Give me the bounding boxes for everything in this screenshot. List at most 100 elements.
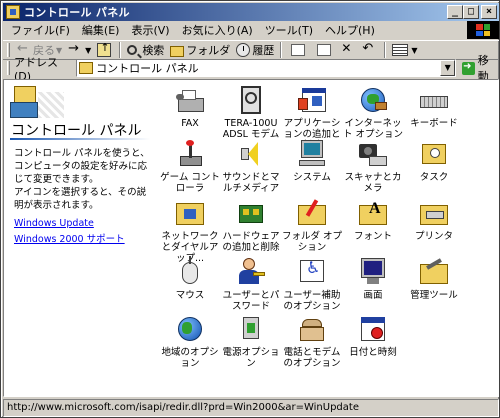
control-panel-items: FAX TERA-100U ADSL モデム アプリケーションの追加と削除 xyxy=(4,80,498,396)
menu-view[interactable]: 表示(V) xyxy=(125,22,175,38)
accessibility-icon: ♿ xyxy=(296,256,328,288)
item-label: プリンタ xyxy=(414,231,453,242)
move-to-icon xyxy=(291,44,306,56)
control-panel-folder-icon xyxy=(79,62,94,74)
menu-tools[interactable]: ツール(T) xyxy=(259,22,319,38)
up-folder-icon xyxy=(97,41,112,57)
scanner-camera-icon xyxy=(357,138,389,170)
cp-item-users-passwords[interactable]: ユーザーとパスワード xyxy=(220,256,282,312)
item-label: FAX xyxy=(181,118,199,129)
cp-item-game-controllers[interactable]: ゲーム コントローラ xyxy=(159,138,221,194)
item-label: マウス xyxy=(175,290,205,301)
cp-item-fax[interactable]: FAX xyxy=(159,84,221,129)
folders-label: フォルダ xyxy=(186,44,231,57)
title-bar[interactable]: コントロール パネル _ □ × xyxy=(3,3,499,21)
cp-item-date-time[interactable]: 日付と時刻 xyxy=(342,313,404,358)
menu-help[interactable]: ヘルプ(H) xyxy=(319,22,381,38)
close-button[interactable]: × xyxy=(481,5,497,19)
mouse-icon xyxy=(174,256,206,288)
address-field[interactable]: コントロール パネル ▼ xyxy=(76,59,457,77)
address-dropdown-button[interactable]: ▼ xyxy=(440,60,456,76)
history-icon xyxy=(236,43,251,57)
cp-item-power-options[interactable]: 電源オプション xyxy=(220,313,282,369)
cp-item-admin-tools[interactable]: 管理ツール xyxy=(403,256,465,301)
undo-button[interactable] xyxy=(359,41,381,59)
fonts-icon: A xyxy=(357,197,389,229)
item-label: 日付と時刻 xyxy=(349,347,397,358)
search-button[interactable]: 検索 xyxy=(124,41,167,59)
cp-item-accessibility[interactable]: ♿ ユーザー補助のオプション xyxy=(281,256,343,313)
item-label: キーボード xyxy=(410,118,458,129)
move-to-button[interactable] xyxy=(285,41,311,59)
cp-item-keyboard[interactable]: キーボード xyxy=(403,84,465,129)
toolbar-grip[interactable] xyxy=(7,43,10,57)
address-value: コントロール パネル xyxy=(96,62,199,75)
cp-item-regional-options[interactable]: 地域のオプション xyxy=(159,313,221,369)
cp-item-modem[interactable]: TERA-100U ADSL モデム xyxy=(220,84,282,140)
address-grip[interactable] xyxy=(7,61,10,75)
item-label: TERA-100U ADSL モデム xyxy=(222,118,280,140)
modem-icon xyxy=(235,84,267,116)
cp-item-phone-modem[interactable]: 電話とモデムのオプション xyxy=(281,313,343,369)
cp-item-sound-multimedia[interactable]: サウンドとマルチメディア xyxy=(220,138,282,194)
cp-item-scanners-cameras[interactable]: スキャナとカメラ xyxy=(342,138,404,194)
toolbar-separator xyxy=(119,42,122,58)
toolbar-separator xyxy=(280,42,283,58)
folder-options-icon xyxy=(296,197,328,229)
cp-item-system[interactable]: システム xyxy=(281,138,343,183)
cp-item-add-remove-hardware[interactable]: ハードウェアの追加と削除 xyxy=(220,197,282,253)
item-label: 電源オプション xyxy=(222,347,280,369)
item-label: ユーザー補助のオプション xyxy=(283,290,341,312)
cp-item-internet-options[interactable]: インターネット オプション xyxy=(342,84,404,140)
power-options-icon xyxy=(235,313,267,345)
item-label: フォルダ オプション xyxy=(281,231,343,253)
up-button[interactable] xyxy=(94,41,116,59)
folders-button[interactable]: フォルダ xyxy=(167,41,233,59)
item-label: タスク xyxy=(419,172,449,183)
views-icon xyxy=(392,44,409,56)
internet-options-icon xyxy=(357,84,389,116)
cp-item-folder-options[interactable]: フォルダ オプション xyxy=(281,197,343,253)
item-label: 画面 xyxy=(363,290,383,301)
game-controller-icon xyxy=(174,138,206,170)
add-remove-programs-icon xyxy=(296,84,328,116)
window-title: コントロール パネル xyxy=(24,6,130,19)
delete-button[interactable] xyxy=(337,41,359,59)
network-icon xyxy=(174,197,206,229)
cp-item-network-dialup[interactable]: ネットワークとダイヤルアップ... xyxy=(159,197,221,264)
printers-icon xyxy=(418,197,450,229)
phone-modem-icon xyxy=(296,313,328,345)
scheduled-tasks-icon xyxy=(418,138,450,170)
menu-edit[interactable]: 編集(E) xyxy=(76,22,126,38)
views-button[interactable]: ▼ xyxy=(389,41,420,59)
cp-item-scheduled-tasks[interactable]: タスク xyxy=(403,138,465,183)
item-label: スキャナとカメラ xyxy=(344,172,402,194)
control-panel-window: コントロール パネル _ □ × ファイル(F) 編集(E) 表示(V) お気に… xyxy=(0,0,500,418)
forward-dropdown-icon[interactable]: ▼ xyxy=(85,46,91,55)
item-label: 電話とモデムのオプション xyxy=(283,347,341,369)
minimize-button[interactable]: _ xyxy=(447,5,463,19)
toolbar-separator xyxy=(384,42,387,58)
search-label: 検索 xyxy=(142,44,165,57)
cp-item-mouse[interactable]: マウス xyxy=(159,256,221,301)
users-passwords-icon xyxy=(235,256,267,288)
address-bar: アドレス(D) コントロール パネル ▼ 移動 xyxy=(3,54,499,83)
cp-item-printers[interactable]: プリンタ xyxy=(403,197,465,242)
toolbar: 戻る ▼ ▼ 検索 フォルダ 履歴 xyxy=(3,40,499,60)
maximize-button[interactable]: □ xyxy=(463,5,479,19)
item-label: ハードウェアの追加と削除 xyxy=(222,231,280,253)
copy-to-button[interactable] xyxy=(311,41,337,59)
cp-item-fonts[interactable]: A フォント xyxy=(342,197,404,243)
menu-file[interactable]: ファイル(F) xyxy=(5,22,76,38)
sound-icon xyxy=(235,138,267,170)
history-button[interactable]: 履歴 xyxy=(233,41,277,59)
history-label: 履歴 xyxy=(252,44,275,57)
add-hardware-icon xyxy=(235,197,267,229)
cp-item-display[interactable]: 画面 xyxy=(342,256,404,301)
menu-favorites[interactable]: お気に入り(A) xyxy=(176,22,259,38)
admin-tools-icon xyxy=(418,256,450,288)
fax-icon xyxy=(174,84,206,116)
copy-to-icon xyxy=(317,44,332,56)
folder-icon xyxy=(170,45,185,57)
views-dropdown-icon[interactable]: ▼ xyxy=(411,46,417,55)
